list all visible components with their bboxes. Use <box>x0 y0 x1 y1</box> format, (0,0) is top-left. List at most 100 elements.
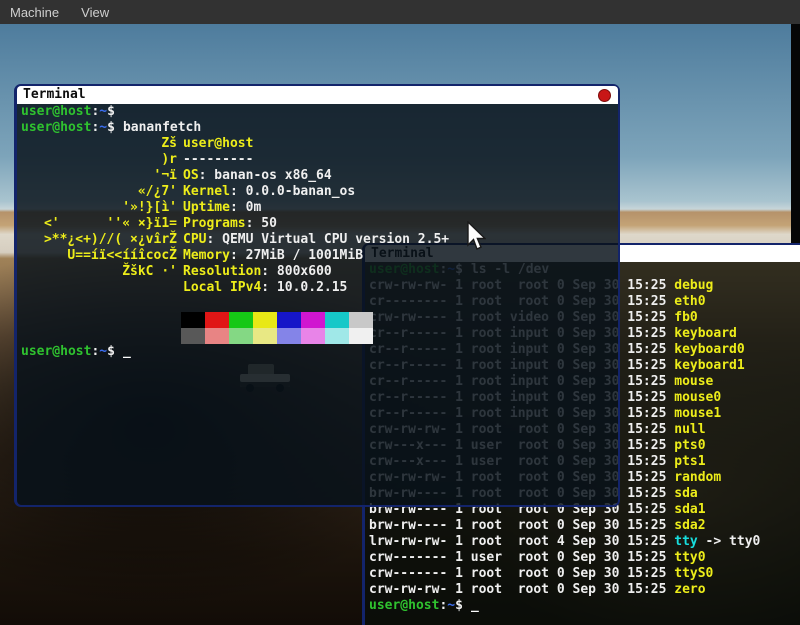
ascii-art: >**¿<+)//( ×¿vîrŽ <box>21 232 177 248</box>
prompt-user: user@host <box>369 598 439 613</box>
fetch-line: '¬ï OS: banan-os x86_64 <box>21 168 614 184</box>
menu-view[interactable]: View <box>81 5 109 20</box>
fetch-label: Uptime <box>183 200 230 215</box>
file-name: pts1 <box>674 454 705 469</box>
ascii-art: <' ''« ×}ï1= <box>21 216 177 232</box>
fetch-line: )r --------- <box>21 152 614 168</box>
blank-line <box>21 296 614 312</box>
file-name: sda1 <box>674 502 705 517</box>
fetch-value: user@host <box>183 136 253 151</box>
fetch-value: : 0.0.0-banan_os <box>230 184 355 199</box>
close-button[interactable] <box>598 89 611 102</box>
file-name: keyboard <box>674 326 737 341</box>
prompt-path: ~ <box>99 344 107 359</box>
fetch-value: : 50 <box>246 216 277 231</box>
prompt-path: ~ <box>99 104 107 119</box>
file-name: eth0 <box>674 294 705 309</box>
dev-row: lrw-rw-rw- 1 root root 4 Sep 30 15:25 tt… <box>369 534 796 550</box>
file-name: pts0 <box>674 438 705 453</box>
ascii-art: '»!}[ì' <box>21 200 177 216</box>
palette-swatch <box>325 312 349 328</box>
fetch-label: OS <box>183 168 199 183</box>
shell-command-line: user@host:~$bananfetch <box>21 120 614 136</box>
fetch-line: ŽškC ·' Resolution: 800x600 <box>21 264 614 280</box>
file-name: sda2 <box>674 518 705 533</box>
fetch-line: U==íï<<ííîcocŽMemory: 27MiB / 1001MiB <box>21 248 614 264</box>
palette-swatch <box>301 328 325 344</box>
palette-swatch <box>229 312 253 328</box>
terminal1-title: Terminal <box>23 87 86 103</box>
fetch-line: >**¿<+)//( ×¿vîrŽ CPU: QEMU Virtual CPU v… <box>21 232 614 248</box>
prompt-path: ~ <box>99 120 107 135</box>
typed-command: bananfetch <box>123 120 201 135</box>
fetch-line: Local IPv4: 10.0.2.15 <box>21 280 614 296</box>
file-name: mouse <box>674 374 713 389</box>
fetch-label: CPU <box>183 232 206 247</box>
fetch-value: : 27MiB / 1001MiB <box>230 248 363 263</box>
ascii-art: «/¿7' <box>21 184 177 200</box>
palette-swatch <box>253 312 277 328</box>
file-name: ttyS0 <box>674 566 713 581</box>
file-name: keyboard1 <box>674 358 744 373</box>
screen-edge-strip <box>791 24 800 243</box>
palette-swatch <box>205 312 229 328</box>
fetch-line: «/¿7' Kernel: 0.0.0-banan_os <box>21 184 614 200</box>
prompt-dollar: $ <box>107 104 115 119</box>
row-meta: lrw-rw-rw- 1 root root 4 Sep 30 15:25 <box>369 534 674 549</box>
palette-swatch <box>349 328 373 344</box>
shell-prompt-line: user@host:~$_ <box>21 344 614 360</box>
file-name: null <box>674 422 705 437</box>
ascii-art: '¬ï <box>21 168 177 184</box>
file-name: keyboard0 <box>674 342 744 357</box>
prompt-user: user@host <box>21 104 91 119</box>
menu-machine[interactable]: Machine <box>10 5 59 20</box>
fetch-value: : QEMU Virtual CPU version 2.5+ <box>206 232 449 247</box>
fetch-value: : 800x600 <box>261 264 331 279</box>
ascii-art: Zš <box>21 136 177 152</box>
color-palette-row-bright <box>181 328 614 344</box>
row-meta: crw-rw-rw- 1 root root 0 Sep 30 15:25 <box>369 582 674 597</box>
file-name: fb0 <box>674 310 697 325</box>
row-meta: brw-rw---- 1 root root 0 Sep 30 15:25 <box>369 518 674 533</box>
file-name: random <box>674 470 721 485</box>
text-cursor: _ <box>123 344 131 359</box>
palette-swatch <box>181 312 205 328</box>
prompt-dollar: $ <box>107 344 115 359</box>
symlink-target: -> tty0 <box>698 534 761 549</box>
shell-prompt-line: user@host:~$ <box>21 104 614 120</box>
fetch-label: Programs <box>183 216 246 231</box>
fetch-value: : 10.0.2.15 <box>261 280 347 295</box>
ascii-art: ŽškC ·' <box>21 264 177 280</box>
file-name: tty0 <box>674 550 705 565</box>
fetch-line: Zš user@host <box>21 136 614 152</box>
fetch-label: Kernel <box>183 184 230 199</box>
text-cursor: _ <box>471 598 479 613</box>
terminal-window-front[interactable]: Terminal user@host:~$ user@host:~$bananf… <box>14 84 620 507</box>
row-meta: crw------- 1 root root 0 Sep 30 15:25 <box>369 566 674 581</box>
palette-swatch <box>229 328 253 344</box>
file-name: zero <box>674 582 705 597</box>
palette-swatch <box>277 328 301 344</box>
fetch-label: Resolution <box>183 264 261 279</box>
palette-swatch <box>205 328 229 344</box>
terminal1-titlebar[interactable]: Terminal <box>17 86 618 104</box>
dev-row: crw------- 1 user root 0 Sep 30 15:25 tt… <box>369 550 796 566</box>
file-name: debug <box>674 278 713 293</box>
vm-screen: Machine View Terminal user@host:~$ls -l … <box>0 0 800 625</box>
dev-row: crw------- 1 root root 0 Sep 30 15:25 tt… <box>369 566 796 582</box>
palette-swatch <box>253 328 277 344</box>
palette-swatch <box>325 328 349 344</box>
fetch-line: <' ''« ×}ï1= Programs: 50 <box>21 216 614 232</box>
terminal1-content[interactable]: user@host:~$ user@host:~$bananfetch Zšus… <box>17 104 618 505</box>
fetch-line: '»!}[ì'Uptime: 0m <box>21 200 614 216</box>
fetch-value: --------- <box>183 152 253 167</box>
ascii-art: U==íï<<ííîcocŽ <box>21 248 177 264</box>
palette-swatch <box>349 312 373 328</box>
ascii-art: )r <box>21 152 177 168</box>
file-name: mouse0 <box>674 390 721 405</box>
prompt-user: user@host <box>21 344 91 359</box>
palette-swatch <box>277 312 301 328</box>
fetch-value: : banan-os x86_64 <box>199 168 332 183</box>
palette-swatch <box>181 328 205 344</box>
prompt-dollar: $ <box>107 120 115 135</box>
